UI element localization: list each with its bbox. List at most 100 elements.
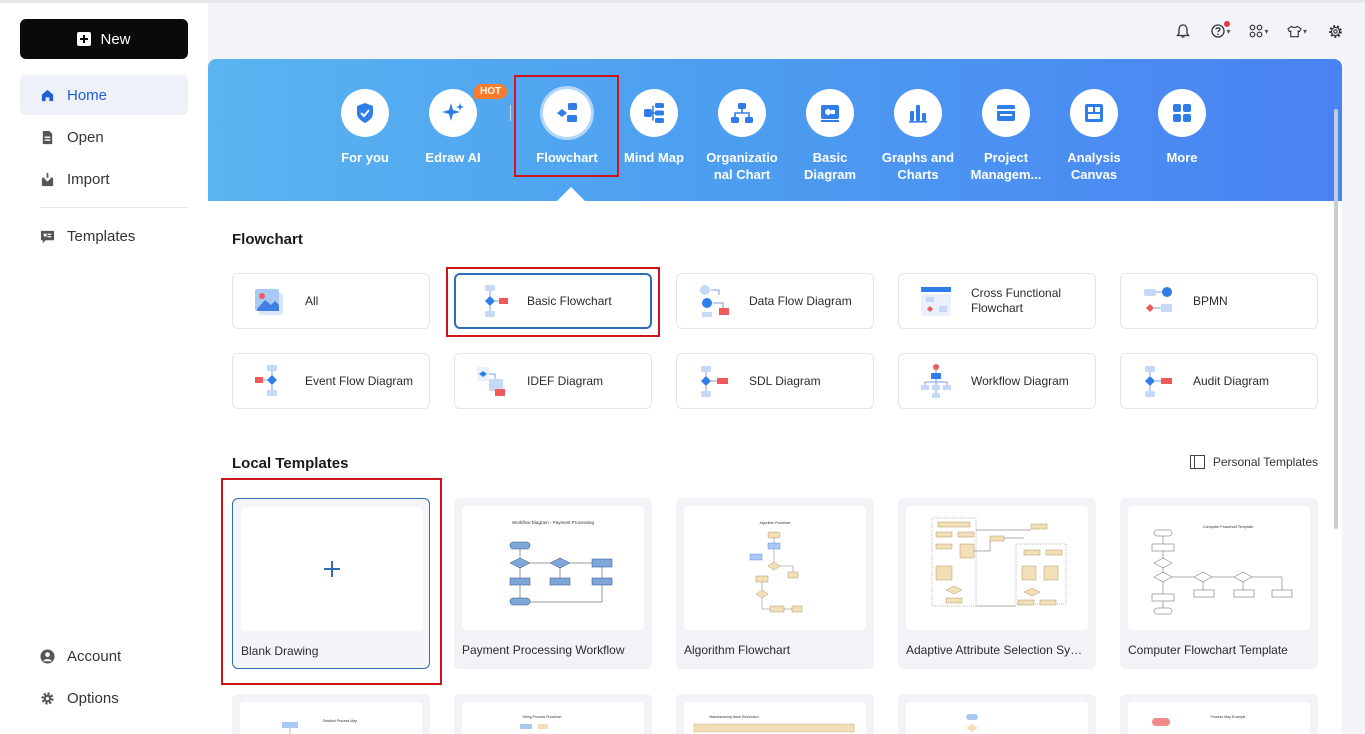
category-label: For you — [341, 150, 389, 165]
computer-flowchart-preview: Computer Flowchart Template — [1151, 525, 1293, 615]
category-more[interactable]: More — [1140, 89, 1224, 166]
template-card-adaptive-attribute[interactable]: Adaptive Attribute Selection Syst... — [898, 498, 1096, 669]
payment-workflow-preview: Workflow Diagram - Payment Processing — [509, 520, 613, 606]
audit-icon — [1145, 366, 1172, 397]
separator — [510, 105, 511, 121]
template-thumbnail: Manufacturing Issue Resolution — [684, 702, 866, 734]
type-label: Workflow Diagram — [971, 373, 1069, 388]
template-card-partial[interactable] — [898, 694, 1096, 734]
template-card-partial[interactable]: Manufacturing Issue Resolution — [676, 694, 874, 734]
help-icon[interactable]: ▾ — [1211, 21, 1231, 40]
algorithm-flowchart-preview: Algorithm Flowchart — [749, 521, 803, 613]
category-label: Project Managem... — [970, 150, 1042, 182]
sidebar-item-import[interactable]: Import — [20, 159, 188, 199]
template-caption: Blank Drawing — [241, 644, 319, 658]
category-analysis-canvas[interactable]: Analysis Canvas — [1052, 89, 1136, 183]
category-graphs-charts[interactable]: Graphs and Charts — [876, 89, 960, 183]
idef-icon — [477, 367, 505, 396]
sidebar-item-label: Open — [67, 128, 104, 146]
type-card-idef[interactable]: IDEF Diagram — [454, 353, 652, 409]
thumb-title: Detailed Process Map — [323, 719, 357, 723]
template-thumbnail — [906, 702, 1088, 734]
chevron-down-icon: ▾ — [1302, 26, 1307, 36]
thumb-title: Manufacturing Issue Resolution — [709, 715, 758, 719]
type-card-data-flow-diagram[interactable]: Data Flow Diagram — [676, 273, 874, 329]
category-label: Basic Diagram — [803, 150, 857, 182]
workflow-icon — [921, 364, 951, 398]
template-thumbnail: Workflow Diagram - Payment Processing — [462, 506, 644, 630]
template-card-algorithm-flowchart[interactable]: Algorithm Flowchart Algorithm Flowchart — [676, 498, 874, 669]
template-card-computer-flowchart[interactable]: Computer Flowchart Template Computer Flo… — [1120, 498, 1318, 669]
theme-icon[interactable]: ▾ — [1287, 22, 1307, 40]
type-card-all[interactable]: All — [232, 273, 430, 329]
category-basic-diagram[interactable]: Basic Diagram — [788, 89, 872, 183]
flowchart-section-title: Flowchart — [232, 231, 303, 248]
category-flowchart[interactable]: Flowchart — [525, 89, 609, 166]
template-thumbnail: Process Map Example — [1128, 702, 1310, 734]
file-icon — [42, 130, 53, 144]
type-card-sdl[interactable]: SDL Diagram — [676, 353, 874, 409]
thumb-title: Workflow Diagram - Payment Processing — [512, 520, 594, 525]
thumb-title: Algorithm Flowchart — [760, 521, 791, 525]
new-button[interactable]: New — [20, 19, 188, 59]
sparkle-icon — [429, 89, 477, 137]
category-project-management[interactable]: Project Managem... — [964, 89, 1048, 183]
mind-map-icon — [630, 89, 678, 137]
sidebar-item-label: Import — [67, 170, 110, 188]
home-icon — [41, 89, 54, 101]
type-card-event-flow[interactable]: Event Flow Diagram — [232, 353, 430, 409]
thumb-title: Computer Flowchart Template — [1203, 525, 1254, 529]
type-card-audit[interactable]: Audit Diagram — [1120, 353, 1318, 409]
category-org-chart[interactable]: Organizatio nal Chart — [700, 89, 784, 183]
category-label: More — [1166, 150, 1198, 165]
type-card-workflow[interactable]: Workflow Diagram — [898, 353, 1096, 409]
sidebar-item-label: Home — [67, 86, 108, 104]
scrollbar[interactable] — [1334, 109, 1338, 529]
apps-icon[interactable]: ▾ — [1249, 22, 1269, 40]
type-card-cross-functional[interactable]: Cross Functional Flowchart — [898, 273, 1096, 329]
template-card-payment-processing[interactable]: Workflow Diagram - Payment Processing Pa… — [454, 498, 652, 669]
event-flow-icon — [255, 365, 277, 396]
bpmn-icon — [1144, 287, 1172, 312]
type-label: IDEF Diagram — [527, 373, 604, 388]
category-label: Flowchart — [536, 150, 598, 165]
type-label: BPMN — [1193, 293, 1228, 308]
template-card-blank-drawing[interactable]: Blank Drawing — [232, 498, 430, 669]
thumb-title: Hiring Process Flowchart — [523, 715, 562, 719]
new-button-label: New — [100, 30, 131, 48]
template-card-partial[interactable]: Process Map Example — [1120, 694, 1318, 734]
org-chart-icon — [718, 89, 766, 137]
templates-icon — [40, 230, 55, 243]
category-mind-map[interactable]: Mind Map — [612, 89, 696, 166]
type-label: All — [305, 293, 319, 308]
hot-badge: HOT — [474, 84, 508, 99]
sdl-icon — [701, 366, 728, 397]
personal-templates-link[interactable]: Personal Templates — [1189, 455, 1318, 469]
type-card-bpmn[interactable]: BPMN — [1120, 273, 1318, 329]
template-card-partial[interactable]: Hiring Process Flowchart — [454, 694, 652, 734]
category-edraw-ai[interactable]: Edraw AI — [411, 89, 495, 166]
sidebar-item-account[interactable]: Account — [20, 636, 188, 676]
canvas-icon — [1070, 89, 1118, 137]
category-for-you[interactable]: For you — [323, 89, 407, 166]
template-card-partial[interactable]: Detailed Process Map — [232, 694, 430, 734]
chevron-down-icon: ▾ — [1226, 26, 1231, 36]
sidebar-item-home[interactable]: Home — [20, 75, 188, 115]
gear-icon — [41, 691, 54, 705]
settings-icon[interactable] — [1325, 22, 1345, 40]
sidebar-item-label: Account — [67, 647, 122, 665]
type-label: Data Flow Diagram — [749, 293, 852, 308]
sidebar-item-label: Templates — [67, 227, 136, 245]
sidebar-item-open[interactable]: Open — [20, 117, 188, 157]
type-card-basic-flowchart[interactable]: Basic Flowchart — [454, 273, 652, 329]
template-caption: Algorithm Flowchart — [684, 643, 791, 657]
sidebar-item-options[interactable]: Options — [20, 678, 188, 718]
flowchart-icon — [543, 89, 591, 137]
main-panel: For you Edraw AI HOT Flowchart Mind Map — [208, 59, 1342, 734]
thumb-title: Process Map Example — [1210, 715, 1245, 719]
sidebar-item-templates[interactable]: Templates — [20, 216, 188, 256]
category-label: Organizatio nal Chart — [706, 150, 778, 182]
bell-icon[interactable] — [1173, 22, 1193, 40]
plus-icon — [324, 561, 340, 577]
more-grid-icon — [1158, 89, 1206, 137]
